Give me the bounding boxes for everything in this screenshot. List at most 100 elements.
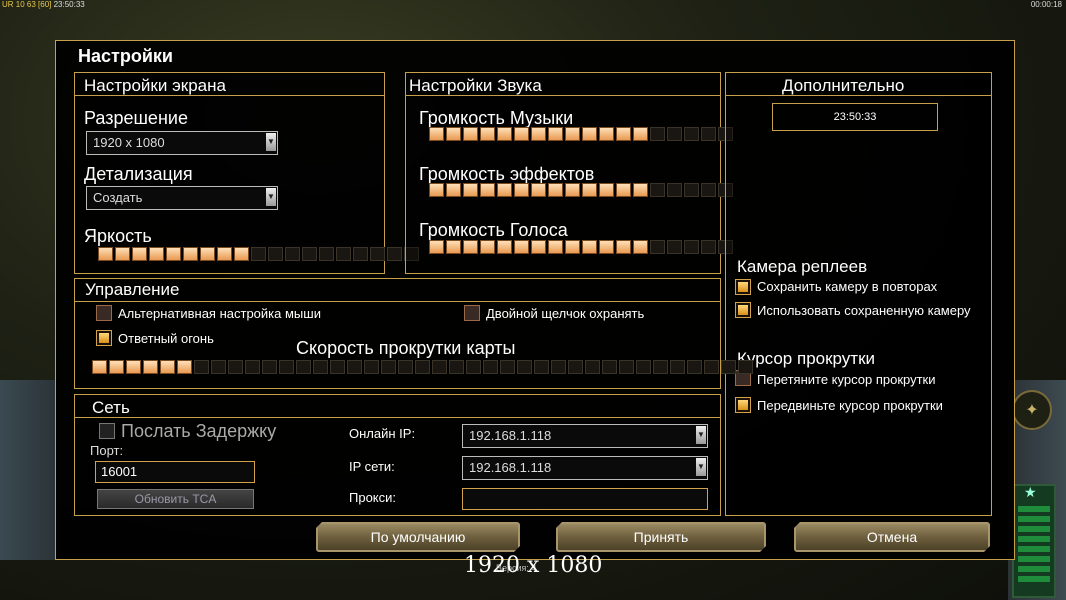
alt-mouse-checkbox[interactable]: [96, 305, 112, 321]
scroll-speed-slider[interactable]: [92, 360, 755, 374]
slider-segment[interactable]: [684, 183, 699, 197]
return-fire-checkbox[interactable]: [96, 330, 112, 346]
slider-segment[interactable]: [364, 360, 379, 374]
slider-segment[interactable]: [616, 127, 631, 141]
chevron-down-icon[interactable]: ▼: [696, 458, 706, 476]
slider-segment[interactable]: [701, 127, 716, 141]
slider-segment[interactable]: [582, 240, 597, 254]
slider-segment[interactable]: [684, 240, 699, 254]
slider-segment[interactable]: [446, 183, 461, 197]
effects-volume-slider[interactable]: [429, 183, 735, 197]
slider-segment[interactable]: [132, 247, 147, 261]
detail-dropdown[interactable]: Создать ▼: [86, 186, 278, 210]
slider-segment[interactable]: [109, 360, 124, 374]
port-field[interactable]: 16001: [95, 461, 255, 483]
chevron-down-icon[interactable]: ▼: [696, 426, 706, 444]
slider-segment[interactable]: [667, 127, 682, 141]
slider-segment[interactable]: [480, 127, 495, 141]
slider-segment[interactable]: [466, 360, 481, 374]
slider-segment[interactable]: [251, 247, 266, 261]
scroll-move-checkbox[interactable]: [735, 397, 751, 413]
slider-segment[interactable]: [704, 360, 719, 374]
cancel-button[interactable]: Отмена: [794, 522, 990, 552]
slider-segment[interactable]: [500, 360, 515, 374]
slider-segment[interactable]: [602, 360, 617, 374]
slider-segment[interactable]: [463, 127, 478, 141]
voice-volume-slider[interactable]: [429, 240, 735, 254]
slider-segment[interactable]: [616, 240, 631, 254]
resolution-dropdown[interactable]: 1920 x 1080 ▼: [86, 131, 278, 155]
slider-segment[interactable]: [336, 247, 351, 261]
slider-segment[interactable]: [565, 240, 580, 254]
slider-segment[interactable]: [514, 183, 529, 197]
slider-segment[interactable]: [565, 183, 580, 197]
slider-segment[interactable]: [633, 240, 648, 254]
slider-segment[interactable]: [200, 247, 215, 261]
slider-segment[interactable]: [228, 360, 243, 374]
slider-segment[interactable]: [599, 240, 614, 254]
slider-segment[interactable]: [568, 360, 583, 374]
slider-segment[interactable]: [721, 360, 736, 374]
slider-segment[interactable]: [432, 360, 447, 374]
slider-segment[interactable]: [534, 360, 549, 374]
slider-segment[interactable]: [285, 247, 300, 261]
slider-segment[interactable]: [92, 360, 107, 374]
music-volume-slider[interactable]: [429, 127, 735, 141]
slider-segment[interactable]: [302, 247, 317, 261]
slider-segment[interactable]: [245, 360, 260, 374]
slider-segment[interactable]: [347, 360, 362, 374]
slider-segment[interactable]: [650, 183, 665, 197]
slider-segment[interactable]: [217, 247, 232, 261]
slider-segment[interactable]: [398, 360, 413, 374]
slider-segment[interactable]: [143, 360, 158, 374]
slider-segment[interactable]: [319, 247, 334, 261]
slider-segment[interactable]: [387, 247, 402, 261]
default-button[interactable]: По умолчанию: [316, 522, 520, 552]
slider-segment[interactable]: [701, 240, 716, 254]
slider-segment[interactable]: [463, 183, 478, 197]
slider-segment[interactable]: [370, 247, 385, 261]
slider-segment[interactable]: [619, 360, 634, 374]
slider-segment[interactable]: [480, 183, 495, 197]
slider-segment[interactable]: [313, 360, 328, 374]
slider-segment[interactable]: [166, 247, 181, 261]
slider-segment[interactable]: [211, 360, 226, 374]
slider-segment[interactable]: [551, 360, 566, 374]
proxy-field[interactable]: [462, 488, 708, 510]
slider-segment[interactable]: [194, 360, 209, 374]
slider-segment[interactable]: [548, 183, 563, 197]
online-ip-dropdown[interactable]: 192.168.1.118 ▼: [462, 424, 708, 448]
slider-segment[interactable]: [429, 240, 444, 254]
slider-segment[interactable]: [670, 360, 685, 374]
slider-segment[interactable]: [636, 360, 651, 374]
slider-segment[interactable]: [548, 127, 563, 141]
slider-segment[interactable]: [514, 127, 529, 141]
slider-segment[interactable]: [599, 183, 614, 197]
slider-segment[interactable]: [279, 360, 294, 374]
double-click-checkbox[interactable]: [464, 305, 480, 321]
brightness-slider[interactable]: [98, 247, 421, 261]
slider-segment[interactable]: [268, 247, 283, 261]
slider-segment[interactable]: [177, 360, 192, 374]
slider-segment[interactable]: [684, 127, 699, 141]
slider-segment[interactable]: [531, 240, 546, 254]
slider-segment[interactable]: [330, 360, 345, 374]
slider-segment[interactable]: [531, 183, 546, 197]
slider-segment[interactable]: [415, 360, 430, 374]
replay-save-checkbox[interactable]: [735, 279, 751, 295]
slider-segment[interactable]: [650, 240, 665, 254]
slider-segment[interactable]: [429, 127, 444, 141]
lan-ip-dropdown[interactable]: 192.168.1.118 ▼: [462, 456, 708, 480]
slider-segment[interactable]: [446, 240, 461, 254]
slider-segment[interactable]: [98, 247, 113, 261]
slider-segment[interactable]: [633, 183, 648, 197]
chevron-down-icon[interactable]: ▼: [266, 133, 276, 151]
slider-segment[interactable]: [667, 240, 682, 254]
slider-segment[interactable]: [650, 127, 665, 141]
slider-segment[interactable]: [565, 127, 580, 141]
slider-segment[interactable]: [687, 360, 702, 374]
slider-segment[interactable]: [582, 183, 597, 197]
slider-segment[interactable]: [429, 183, 444, 197]
slider-segment[interactable]: [585, 360, 600, 374]
slider-segment[interactable]: [633, 127, 648, 141]
